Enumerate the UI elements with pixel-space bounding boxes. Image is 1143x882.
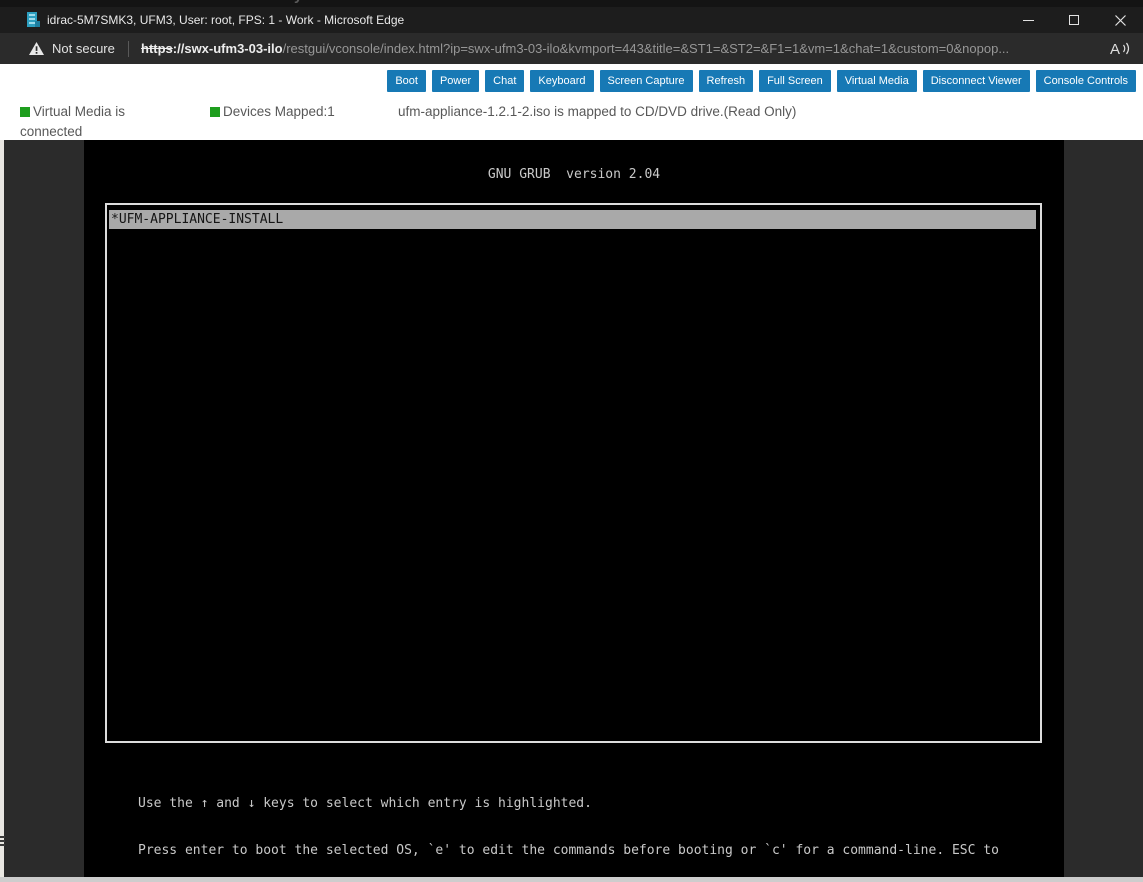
url-text[interactable]: https://swx-ufm3-03-ilo/restgui/vconsole… — [141, 33, 1009, 64]
minimize-icon — [1023, 20, 1034, 21]
disconnect-viewer-button[interactable]: Disconnect Viewer — [923, 70, 1030, 92]
full-screen-button[interactable]: Full Screen — [759, 70, 831, 92]
refresh-button[interactable]: Refresh — [699, 70, 754, 92]
maximize-icon — [1069, 15, 1079, 25]
page-edge-strip — [0, 140, 4, 882]
devices-mapped-status: Devices Mapped:1 — [210, 102, 335, 122]
green-status-icon — [210, 107, 220, 117]
security-status-label[interactable]: Not secure — [52, 33, 115, 64]
address-bar[interactable]: Not secure https://swx-ufm3-03-ilo/restg… — [0, 33, 1143, 64]
console-viewport: GNU GRUB version 2.04 *UFM-APPLIANCE-INS… — [0, 140, 1143, 882]
url-host: ://swx-ufm3-03-ilo — [173, 41, 283, 56]
console-controls-button[interactable]: Console Controls — [1036, 70, 1136, 92]
background-window-strip: System Information — [0, 0, 1143, 7]
window-title: idrac-5M7SMK3, UFM3, User: root, FPS: 1 … — [47, 7, 404, 33]
horizontal-scrollbar[interactable] — [0, 877, 1143, 882]
virtual-media-status-label: Virtual Media is connected — [20, 104, 125, 139]
grub-menu-box: *UFM-APPLIANCE-INSTALL — [105, 203, 1042, 743]
not-secure-warning-icon[interactable] — [28, 41, 45, 56]
maximize-button[interactable] — [1051, 7, 1097, 33]
grub-version-title: GNU GRUB version 2.04 — [84, 167, 1064, 182]
url-scheme: https — [141, 41, 173, 56]
kvm-header: Boot Power Chat Keyboard Screen Capture … — [0, 64, 1143, 140]
remote-console-screen[interactable]: GNU GRUB version 2.04 *UFM-APPLIANCE-INS… — [84, 140, 1064, 877]
url-divider — [128, 41, 129, 57]
boot-button[interactable]: Boot — [387, 70, 426, 92]
virtual-media-status: Virtual Media is connected — [20, 102, 136, 142]
page-edge-artifact — [0, 834, 6, 848]
url-path: /restgui/vconsole/index.html?ip=swx-ufm3… — [283, 41, 1010, 56]
iso-mapping-label: ufm-appliance-1.2.1-2.iso is mapped to C… — [398, 104, 796, 119]
grub-help-text: Use the ↑ and ↓ keys to select which ent… — [138, 764, 999, 882]
grub-help-line: Press enter to boot the selected OS, `e'… — [138, 843, 999, 859]
close-icon — [1115, 15, 1126, 26]
site-favicon-icon — [26, 12, 41, 27]
grub-menu-entry[interactable]: *UFM-APPLIANCE-INSTALL — [109, 210, 1036, 229]
kvm-toolbar: Boot Power Chat Keyboard Screen Capture … — [387, 70, 1136, 92]
minimize-button[interactable] — [1005, 7, 1051, 33]
svg-text:A: A — [1110, 41, 1120, 57]
iso-mapping-status: ufm-appliance-1.2.1-2.iso is mapped to C… — [398, 102, 796, 122]
grub-help-line: Use the ↑ and ↓ keys to select which ent… — [138, 796, 999, 812]
close-button[interactable] — [1097, 7, 1143, 33]
read-aloud-icon[interactable]: A — [1109, 40, 1131, 57]
keyboard-button[interactable]: Keyboard — [530, 70, 593, 92]
power-button[interactable]: Power — [432, 70, 479, 92]
browser-titlebar: idrac-5M7SMK3, UFM3, User: root, FPS: 1 … — [0, 7, 1143, 33]
devices-mapped-label: Devices Mapped:1 — [223, 104, 335, 119]
virtual-media-button[interactable]: Virtual Media — [837, 70, 917, 92]
background-window-title: System Information — [283, 0, 441, 4]
screen-capture-button[interactable]: Screen Capture — [600, 70, 693, 92]
green-status-icon — [20, 107, 30, 117]
chat-button[interactable]: Chat — [485, 70, 524, 92]
